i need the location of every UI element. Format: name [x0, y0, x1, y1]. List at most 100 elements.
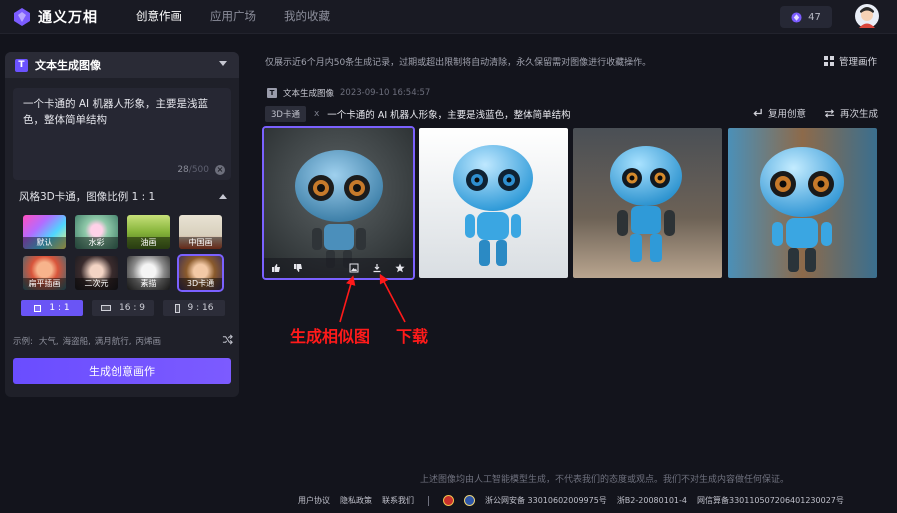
- top-bar: 通义万相 创意作画 应用广场 我的收藏 47: [0, 0, 897, 34]
- char-count: 28: [177, 165, 189, 175]
- example-item[interactable]: 满月航行,: [95, 335, 132, 347]
- clear-icon[interactable]: ×: [215, 165, 225, 175]
- style-tile-flat[interactable]: 扁平插画: [23, 256, 66, 290]
- footer-link-contact[interactable]: 联系我们: [382, 495, 414, 506]
- text-to-image-icon: T: [267, 88, 277, 98]
- char-max: /500: [188, 165, 209, 175]
- shuffle-icon[interactable]: [222, 334, 233, 345]
- square-ratio-icon: [34, 304, 42, 312]
- regenerate-button[interactable]: 再次生成: [824, 106, 878, 120]
- annotation-generate-similar: 生成相似图: [290, 327, 371, 346]
- footer-link-privacy[interactable]: 隐私政策: [340, 495, 372, 506]
- style-summary: 风格3D卡通，图像比例 1 : 1: [19, 190, 156, 203]
- record-header: T 文本生成图像 2023-09-10 16:54:57: [267, 87, 430, 99]
- points-icon: [791, 11, 802, 23]
- thumbs-up-icon[interactable]: [270, 262, 282, 274]
- annotation-download: 下载: [396, 327, 429, 346]
- style-label-anime: 二次元: [75, 278, 118, 290]
- record-prompt: 一个卡通的 AI 机器人形象，主要是浅蓝色，整体简单结构: [327, 110, 571, 121]
- chevron-down-icon[interactable]: [219, 61, 227, 66]
- style-section-header[interactable]: 风格3D卡通，图像比例 1 : 1: [19, 188, 227, 204]
- robot-image: [264, 128, 413, 278]
- ratio-button-1-1[interactable]: 1 : 1: [21, 300, 83, 316]
- ratio-label-16-9: 16 : 9: [119, 303, 145, 313]
- footer-algo-record[interactable]: 网信算备330110507206401230027号: [697, 495, 844, 506]
- generate-button[interactable]: 生成创意画作: [13, 358, 231, 384]
- example-item[interactable]: 丙烯画: [135, 335, 161, 347]
- regenerate-label: 再次生成: [840, 109, 879, 120]
- style-tile-3d-cartoon[interactable]: 3D卡通: [177, 254, 224, 292]
- chevron-up-icon[interactable]: [219, 193, 227, 199]
- main-nav: 创意作画 应用广场 我的收藏: [136, 0, 330, 34]
- separator-x: x: [313, 109, 320, 119]
- style-label-flat: 扁平插画: [23, 278, 66, 290]
- style-tile-default[interactable]: 默认: [23, 215, 66, 249]
- record-prompt-line: 3D卡通 x 一个卡通的 AI 机器人形象，主要是浅蓝色，整体简单结构: [265, 106, 571, 122]
- grid-icon: [824, 56, 834, 66]
- landscape-ratio-icon: [101, 305, 112, 311]
- user-avatar[interactable]: [855, 4, 879, 28]
- example-item[interactable]: 海盗船,: [63, 335, 91, 347]
- ratio-selector: 1 : 1 16 : 9 9 : 16: [21, 300, 225, 316]
- prompt-input[interactable]: 一个卡通的 AI 机器人形象，主要是浅蓝色，整体简单结构 28/500 ×: [13, 88, 231, 180]
- record-timestamp: 2023-09-10 16:54:57: [340, 88, 431, 98]
- footer-links: 用户协议 隐私政策 联系我们 浙公网安备 33010602009975号 浙B2…: [298, 495, 844, 506]
- examples-label: 示例:: [13, 337, 33, 347]
- robot-image: [419, 128, 568, 278]
- style-label-3d-cartoon: 3D卡通: [179, 278, 222, 290]
- style-tile-sketch[interactable]: 素描: [127, 256, 170, 290]
- generation-panel: T 文本生成图像 一个卡通的 AI 机器人形象，主要是浅蓝色，整体简单结构 28…: [5, 52, 239, 397]
- ratio-label-1-1: 1 : 1: [49, 303, 70, 313]
- ratio-button-9-16[interactable]: 9 : 16: [163, 300, 225, 316]
- manage-label: 管理画作: [839, 57, 878, 68]
- examples-row: 示例: 大气, 海盗船, 满月航行, 丙烯画: [13, 334, 235, 347]
- result-image-2[interactable]: [419, 128, 568, 278]
- text-to-image-icon: T: [15, 58, 28, 72]
- ai-disclaimer: 上述图像均由人工智能模型生成，不代表我们的态度或观点。我们不对生成内容做任何保证…: [419, 475, 789, 485]
- nav-item-app-square[interactable]: 应用广场: [210, 0, 256, 34]
- record-kind: 文本生成图像: [283, 89, 335, 99]
- annotation-arrows: [339, 273, 406, 323]
- points-count: 47: [808, 11, 821, 23]
- ratio-button-16-9[interactable]: 16 : 9: [92, 300, 154, 316]
- ratio-label-9-16: 9 : 16: [187, 303, 214, 313]
- footer-icp[interactable]: 浙B2-20080101-4: [617, 495, 687, 506]
- panel-header[interactable]: T 文本生成图像: [5, 52, 239, 78]
- retention-notice: 仅展示近6个月内50条生成记录，过期或超出限制将自动清除，永久保留需对图像进行收…: [265, 58, 652, 68]
- style-tile-oil[interactable]: 油画: [127, 215, 170, 249]
- nav-item-create[interactable]: 创意作画: [136, 0, 182, 34]
- style-label-watercolor: 水彩: [75, 237, 118, 249]
- footer-police-record[interactable]: 浙公网安备 33010602009975号: [485, 495, 607, 506]
- thumbs-down-icon[interactable]: [292, 262, 304, 274]
- style-label-oil: 油画: [127, 237, 170, 249]
- nav-item-favorites[interactable]: 我的收藏: [284, 0, 330, 34]
- reuse-label: 复用创意: [768, 109, 807, 120]
- points-badge[interactable]: 47: [780, 6, 832, 28]
- robot-image: [728, 128, 877, 278]
- result-image-3[interactable]: [573, 128, 722, 278]
- footer-link-terms[interactable]: 用户协议: [298, 495, 330, 506]
- style-tile-anime[interactable]: 二次元: [75, 256, 118, 290]
- panel-title: 文本生成图像: [35, 59, 101, 72]
- result-image-1[interactable]: [262, 126, 415, 280]
- style-grid: 默认 水彩 油画 中国画 扁平插画 二次元 素描 3D卡通: [23, 215, 224, 292]
- char-counter: 28/500: [177, 165, 209, 175]
- style-tag: 3D卡通: [265, 106, 306, 122]
- result-image-4[interactable]: [728, 128, 877, 278]
- regenerate-icon: [824, 108, 835, 118]
- reuse-prompt-button[interactable]: 复用创意: [752, 106, 806, 120]
- example-item[interactable]: 大气,: [39, 335, 59, 347]
- prompt-text[interactable]: 一个卡通的 AI 机器人形象，主要是浅蓝色，整体简单结构: [23, 96, 221, 128]
- national-emblem-icon: [443, 495, 454, 506]
- style-tile-chinese[interactable]: 中国画: [179, 215, 222, 249]
- reuse-icon: [753, 108, 762, 116]
- app-name: 通义万相: [38, 10, 98, 26]
- footer-divider: [428, 495, 429, 506]
- app-logo[interactable]: 通义万相: [12, 7, 98, 27]
- robot-image: [573, 128, 722, 278]
- style-tile-watercolor[interactable]: 水彩: [75, 215, 118, 249]
- manage-artworks-button[interactable]: 管理画作: [824, 54, 877, 68]
- style-label-default: 默认: [23, 237, 66, 249]
- portrait-ratio-icon: [174, 303, 180, 313]
- style-label-chinese: 中国画: [179, 237, 222, 249]
